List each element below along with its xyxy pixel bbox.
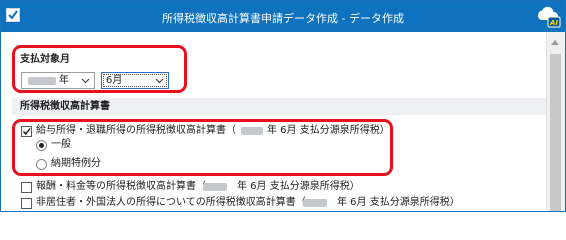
salary-checkbox[interactable] [21,126,32,137]
nonresident-item-period: 年 6月 支払分源泉所得税） [337,197,460,208]
cloud-ai-icon[interactable]: AI [535,4,561,28]
radio-general-label: 一般 [51,139,71,150]
radio-general[interactable] [36,140,47,151]
radio-selected-dot [39,143,44,148]
chevron-down-icon [81,78,90,84]
fee-item-period: 年 6月 支払分源泉所得税） [237,181,360,192]
salary-item-label: 給与所得・退職所得の所得税徴収高計算書（ [36,125,236,136]
salary-year-masked [241,127,263,135]
radio-special-deadline-label: 納期特例分 [51,158,101,169]
checkmark-icon [22,128,31,136]
app-window: 所得税徴収高計算書申請データ作成 - データ作成 AI 支払対象月 年 6月 所… [0,0,566,212]
fee-checkbox[interactable] [21,182,32,193]
title-bar: 所得税徴収高計算書申請データ作成 - データ作成 AI [1,1,565,32]
year-select[interactable]: 年 [21,72,95,89]
month-value: 6月 [106,75,123,86]
nonresident-year-masked [303,199,327,207]
chevron-down-icon [155,78,164,84]
radio-special-deadline[interactable] [36,159,47,170]
main-content: 支払対象月 年 6月 所得税徴収高計算書 給与所得・退職所得の所得税徴収高計算書… [1,32,546,211]
month-select[interactable]: 6月 [101,72,169,89]
scroll-up-icon[interactable] [551,40,559,45]
salary-item-period: 年 6月 支払分源泉所得税） [267,125,390,136]
nonresident-checkbox[interactable] [21,198,32,209]
year-value-masked [28,77,56,85]
ai-badge-label: AI [549,19,558,27]
nonresident-item-label: 非居住者・外国法人の所得についての所得税徴収高計算書（ [36,197,306,208]
year-suffix: 年 [59,75,69,86]
payment-month-heading: 支払対象月 [20,54,70,65]
vertical-scrollbar[interactable] [546,32,565,211]
fee-year-masked [203,183,227,191]
fee-item-label: 報酬・料金等の所得税徴収高計算書（ [36,181,206,192]
calc-section-heading: 所得税徴収高計算書 [12,98,546,115]
window-title: 所得税徴収高計算書申請データ作成 - データ作成 [162,12,404,25]
scrollbar-thumb[interactable] [550,54,561,211]
